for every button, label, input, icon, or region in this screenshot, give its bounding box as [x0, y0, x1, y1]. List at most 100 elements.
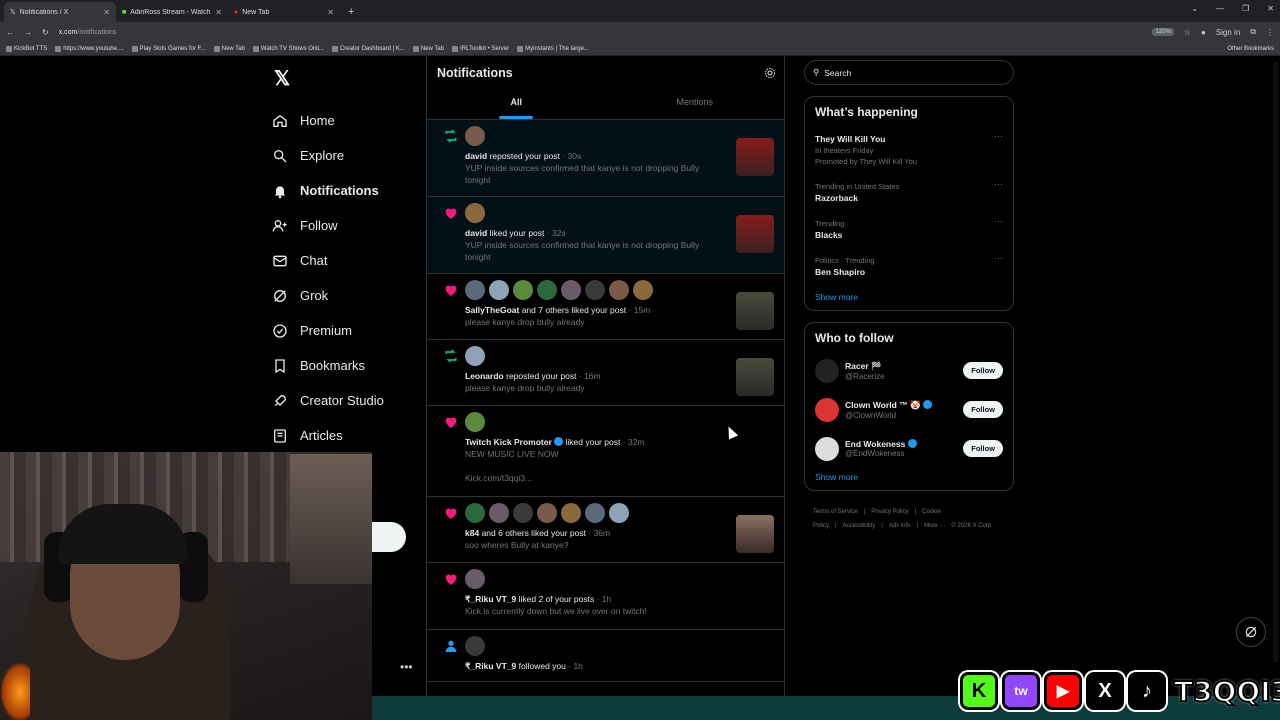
x-logo-icon[interactable]: 𝕏: [274, 66, 422, 91]
more-icon[interactable]: •••: [400, 660, 413, 674]
notification-item[interactable]: SallyTheGoat and 7 others liked your pos…: [427, 274, 784, 340]
more-icon[interactable]: ···: [994, 179, 1003, 189]
notification-item[interactable]: Twitch Kick Promoter liked your post · 3…: [427, 406, 784, 497]
trend-item[interactable]: They Will Kill You In theaters Friday Prom…: [815, 131, 1003, 167]
bookmark-item[interactable]: IRLToolkit • Server: [452, 45, 509, 52]
nav-item-bookmarks[interactable]: Bookmarks: [272, 348, 422, 383]
post-button[interactable]: [372, 522, 406, 552]
avatar[interactable]: [489, 503, 509, 523]
nav-item-home[interactable]: Home: [272, 103, 422, 138]
bookmark-item[interactable]: Play Slots Games for F...: [131, 45, 206, 52]
gear-icon[interactable]: [764, 66, 776, 84]
menu-icon[interactable]: ⋮: [1266, 28, 1274, 37]
avatar[interactable]: [537, 280, 557, 300]
avatar[interactable]: [609, 503, 629, 523]
trend-item[interactable]: Politics · Trending Ben Shapiro ···: [815, 253, 1003, 278]
notification-user[interactable]: david: [465, 151, 487, 161]
close-icon[interactable]: ✕: [327, 8, 334, 17]
nav-item-grok[interactable]: Grok: [272, 278, 422, 313]
show-more-link[interactable]: Show more: [815, 292, 1003, 302]
notification-item[interactable]: k84 and 6 others liked your post · 36m so…: [427, 497, 784, 563]
back-icon[interactable]: ←: [6, 28, 14, 37]
url-field[interactable]: x.com/notifications: [59, 29, 1143, 36]
scrollbar[interactable]: [1273, 62, 1278, 662]
zoom-indicator[interactable]: 120%: [1152, 28, 1174, 36]
reload-icon[interactable]: ↻: [42, 28, 49, 37]
bookmark-item[interactable]: Myinstants | The large...: [517, 45, 589, 52]
avatar[interactable]: [465, 280, 485, 300]
footer-link[interactable]: Ads info: [889, 523, 911, 529]
who-to-follow-item[interactable]: Racer 🏁 @Racerize Follow: [815, 351, 1003, 390]
minimize-icon[interactable]: —: [1216, 4, 1224, 13]
follow-button[interactable]: Follow: [963, 362, 1003, 379]
footer-link[interactable]: Privacy Policy: [871, 509, 908, 515]
avatar[interactable]: [815, 358, 839, 383]
notification-item[interactable]: david reposted your post · 30s YUP inside…: [427, 120, 784, 197]
avatar[interactable]: [465, 503, 485, 523]
notification-user[interactable]: david: [465, 228, 487, 238]
extensions-icon[interactable]: ⧉: [1250, 27, 1256, 37]
trend-item[interactable]: Trending in United States Razorback ···: [815, 179, 1003, 204]
avatar[interactable]: [585, 503, 605, 523]
nav-item-explore[interactable]: Explore: [272, 138, 422, 173]
other-bookmarks[interactable]: Other Bookmarks: [1227, 46, 1274, 52]
star-icon[interactable]: ☆: [1184, 28, 1191, 37]
new-tab-button[interactable]: +: [340, 2, 362, 22]
post-thumbnail[interactable]: [736, 292, 774, 330]
tab-list-icon[interactable]: ⌄: [1191, 4, 1198, 13]
notification-item[interactable]: ₹_Riku VT_9 liked 2 of your posts · 1h Ki…: [427, 563, 784, 630]
avatar[interactable]: [465, 203, 485, 223]
avatar[interactable]: [465, 346, 485, 366]
avatar[interactable]: [815, 436, 839, 461]
avatar[interactable]: [465, 569, 485, 589]
forward-icon[interactable]: →: [24, 28, 32, 37]
nav-item-notifications[interactable]: Notifications: [272, 173, 422, 208]
bookmark-item[interactable]: KickBot TTS: [6, 45, 47, 52]
footer-link[interactable]: More ···: [924, 523, 945, 529]
nav-item-follow[interactable]: Follow: [272, 208, 422, 243]
notification-user[interactable]: Twitch Kick Promoter: [465, 437, 552, 447]
post-thumbnail[interactable]: [736, 358, 774, 396]
who-to-follow-item[interactable]: Clown World ™ 🤡 @ClownWorld Follow: [815, 390, 1003, 429]
tab-all[interactable]: All: [427, 85, 606, 119]
avatar[interactable]: [537, 503, 557, 523]
avatar[interactable]: [609, 280, 629, 300]
who-to-follow-item[interactable]: End Wokeness @EndWokeness Follow: [815, 429, 1003, 468]
bookmark-item[interactable]: New Tab: [213, 45, 245, 52]
avatar[interactable]: [633, 280, 653, 300]
browser-tab-1[interactable]: ■ AdinRoss Stream - Watch L ✕: [116, 2, 228, 22]
footer-link[interactable]: Terms of Service: [813, 509, 858, 515]
notification-user[interactable]: Leonardo: [465, 371, 504, 381]
avatar[interactable]: [465, 412, 485, 432]
search-input[interactable]: ⚲ Search: [804, 60, 1014, 85]
nav-item-premium[interactable]: Premium: [272, 313, 422, 348]
restore-icon[interactable]: ❐: [1242, 4, 1249, 13]
nav-item-chat[interactable]: Chat: [272, 243, 422, 278]
browser-tab-0[interactable]: 𝕏 Notifications / X ✕: [4, 2, 116, 22]
sign-in-button[interactable]: Sign in: [1216, 28, 1240, 37]
close-icon[interactable]: ✕: [215, 8, 222, 17]
avatar[interactable]: [513, 503, 533, 523]
profile-icon[interactable]: ●: [1201, 28, 1206, 37]
bookmark-item[interactable]: Creator Dashboard | K...: [331, 45, 405, 52]
bookmark-item[interactable]: New Tab: [412, 45, 444, 52]
notification-user[interactable]: SallyTheGoat: [465, 305, 519, 315]
post-thumbnail[interactable]: [736, 138, 774, 176]
more-icon[interactable]: ···: [994, 216, 1003, 226]
nav-item-articles[interactable]: Articles: [272, 418, 422, 453]
notification-user[interactable]: k84: [465, 528, 479, 538]
follow-button[interactable]: Follow: [963, 440, 1003, 457]
avatar[interactable]: [465, 126, 485, 146]
grok-icon[interactable]: [1236, 617, 1266, 647]
notification-user[interactable]: ₹_Riku VT_9: [465, 661, 516, 671]
follow-button[interactable]: Follow: [963, 401, 1003, 418]
window-close-icon[interactable]: ✕: [1267, 4, 1274, 13]
notification-item[interactable]: Leonardo reposted your post · 16m please …: [427, 340, 784, 406]
nav-item-creator-studio[interactable]: Creator Studio: [272, 383, 422, 418]
more-icon[interactable]: ···: [994, 253, 1003, 263]
more-icon[interactable]: ···: [994, 131, 1003, 141]
post-thumbnail[interactable]: [736, 515, 774, 553]
avatar[interactable]: [561, 503, 581, 523]
footer-link[interactable]: © 2026 X Corp.: [951, 523, 992, 529]
browser-tab-2[interactable]: ● New Tab ✕: [228, 2, 340, 22]
